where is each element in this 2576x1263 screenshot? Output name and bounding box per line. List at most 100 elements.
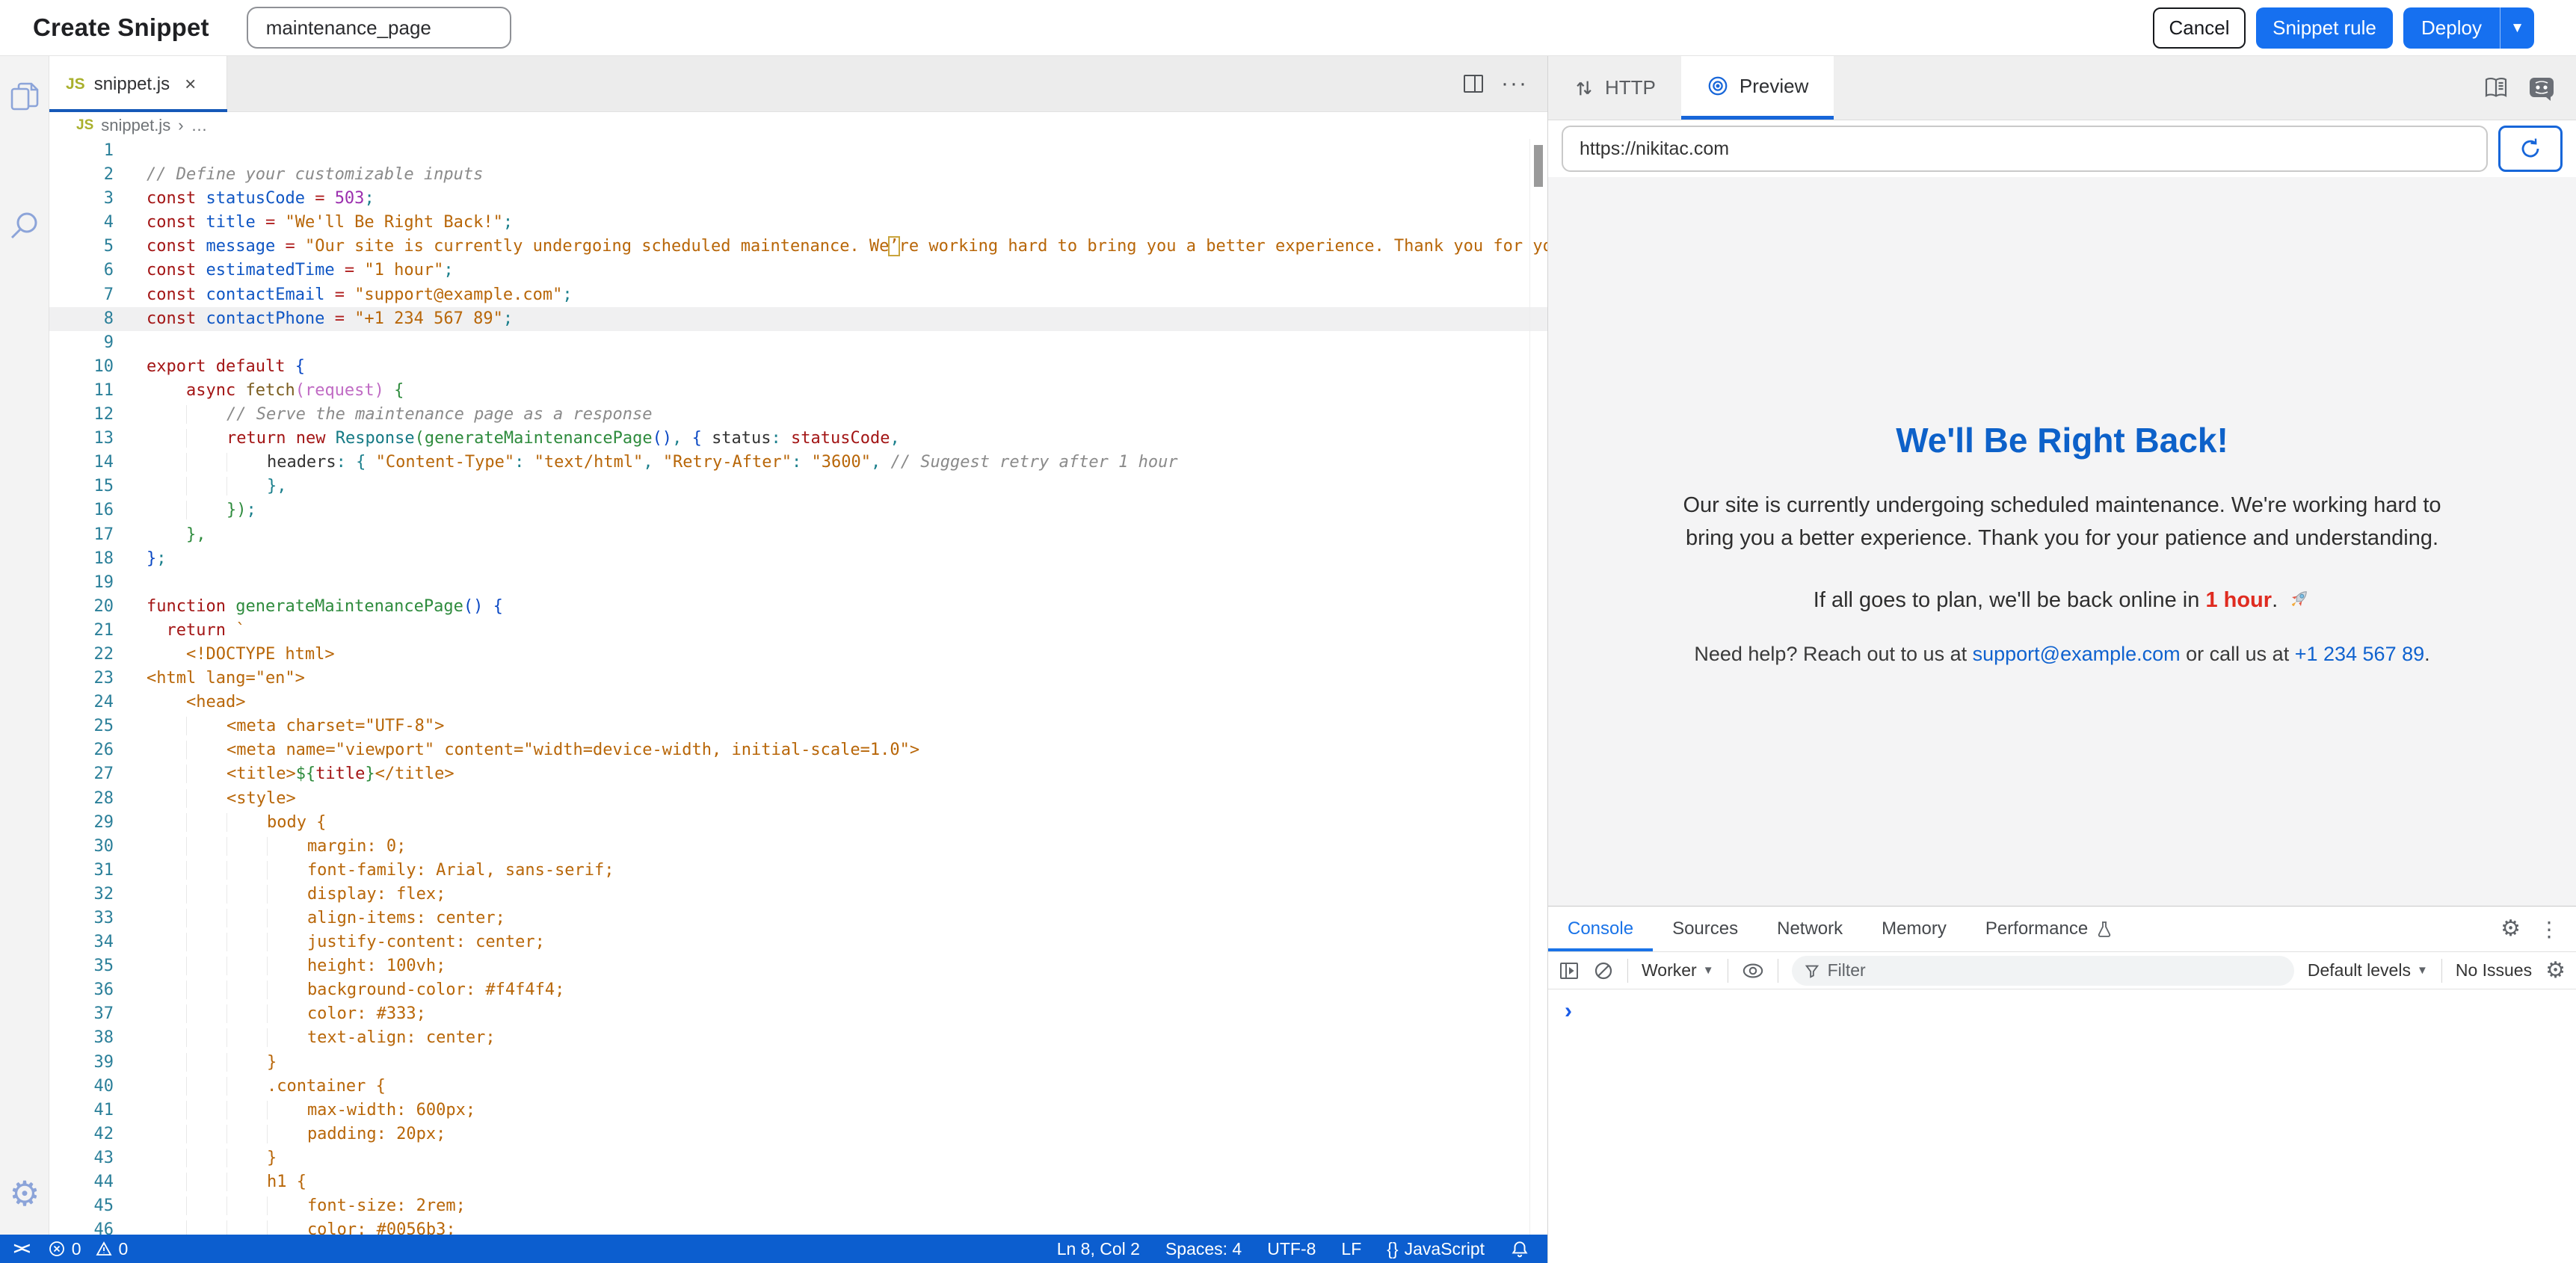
- problems-indicator[interactable]: 0 0: [48, 1239, 129, 1259]
- deploy-button[interactable]: Deploy: [2403, 7, 2500, 49]
- code-line[interactable]: 41 max-width: 600px;: [49, 1099, 1547, 1123]
- code-line[interactable]: 14 headers: { "Content-Type": "text/html…: [49, 451, 1547, 475]
- code-line[interactable]: 11 async fetch(request) {: [49, 379, 1547, 403]
- code-line[interactable]: 8const contactPhone = "+1 234 567 89";: [49, 307, 1547, 331]
- code-line[interactable]: 28 <style>: [49, 787, 1547, 811]
- editor-more-actions-icon[interactable]: ···: [1501, 71, 1528, 96]
- code-line[interactable]: 44 h1 {: [49, 1170, 1547, 1194]
- code-line[interactable]: 13 return new Response(generateMaintenan…: [49, 427, 1547, 451]
- tab-snippet-js[interactable]: JS snippet.js ×: [49, 56, 227, 112]
- console-prompt[interactable]: ›: [1548, 989, 2576, 1022]
- code-line[interactable]: 38 text-align: center;: [49, 1026, 1547, 1050]
- code-line[interactable]: 43 }: [49, 1146, 1547, 1170]
- code-line[interactable]: 33 align-items: center;: [49, 907, 1547, 930]
- code-line[interactable]: 45 font-size: 2rem;: [49, 1194, 1547, 1218]
- code-line[interactable]: 1: [49, 139, 1547, 163]
- code-line[interactable]: 26 <meta name="viewport" content="width=…: [49, 738, 1547, 762]
- execution-context-dropdown[interactable]: Worker▼: [1642, 960, 1714, 981]
- code-line[interactable]: 10export default {: [49, 355, 1547, 379]
- console-sidebar-toggle-icon[interactable]: [1559, 960, 1580, 981]
- code-line[interactable]: 35 height: 100vh;: [49, 954, 1547, 978]
- phone-link[interactable]: +1 234 567 89: [2295, 643, 2424, 665]
- code-line[interactable]: 3const statusCode = 503;: [49, 187, 1547, 211]
- encoding-setting[interactable]: UTF-8: [1267, 1239, 1316, 1259]
- code-line[interactable]: 40 .container {: [49, 1075, 1547, 1099]
- code-line[interactable]: 42 padding: 20px;: [49, 1123, 1547, 1146]
- issues-counter[interactable]: No Issues: [2456, 960, 2532, 981]
- refresh-button[interactable]: [2498, 126, 2563, 172]
- breadcrumb[interactable]: JS snippet.js › …: [49, 112, 1547, 139]
- cancel-button[interactable]: Cancel: [2153, 7, 2246, 49]
- code-line[interactable]: 22 <!DOCTYPE html>: [49, 643, 1547, 667]
- tab-preview[interactable]: Preview: [1681, 56, 1834, 120]
- code-line[interactable]: 32 display: flex;: [49, 883, 1547, 907]
- refresh-icon: [2518, 137, 2542, 161]
- support-email-link[interactable]: support@example.com: [1973, 643, 2181, 665]
- code-line[interactable]: 5const message = "Our site is currently …: [49, 235, 1547, 259]
- search-icon[interactable]: [8, 209, 41, 242]
- cursor-position[interactable]: Ln 8, Col 2: [1057, 1239, 1140, 1259]
- code-line[interactable]: 24 <head>: [49, 691, 1547, 714]
- tab-http[interactable]: HTTP: [1548, 56, 1681, 120]
- code-line[interactable]: 27 <title>${title}</title>: [49, 762, 1547, 786]
- devtools-settings-icon[interactable]: ⚙: [2500, 918, 2521, 940]
- code-line[interactable]: 21 return `: [49, 619, 1547, 643]
- breadcrumb-more[interactable]: …: [191, 116, 208, 135]
- code-line[interactable]: 39 }: [49, 1051, 1547, 1075]
- tab-performance[interactable]: Performance: [1966, 907, 2133, 951]
- editor-scrollbar[interactable]: [1529, 139, 1546, 1236]
- code-line[interactable]: 46 color: #0056b3;: [49, 1218, 1547, 1236]
- remote-indicator-icon[interactable]: ><: [13, 1239, 28, 1259]
- devtools-kebab-menu-icon[interactable]: ⋮: [2539, 917, 2560, 942]
- split-editor-icon[interactable]: [1462, 72, 1485, 95]
- line-number: 44: [49, 1170, 114, 1194]
- settings-gear-icon[interactable]: ⚙: [8, 1177, 41, 1210]
- snippet-name-input[interactable]: [247, 7, 511, 49]
- code-line[interactable]: 31 font-family: Arial, sans-serif;: [49, 859, 1547, 883]
- code-line[interactable]: 37 color: #333;: [49, 1002, 1547, 1026]
- snippet-rule-button[interactable]: Snippet rule: [2256, 7, 2393, 49]
- code-line[interactable]: 9: [49, 331, 1547, 355]
- breadcrumb-file[interactable]: snippet.js: [101, 116, 170, 135]
- docs-book-icon[interactable]: [2483, 75, 2509, 101]
- code-line[interactable]: 29 body {: [49, 811, 1547, 835]
- page-title: Create Snippet: [33, 13, 209, 42]
- language-mode[interactable]: {} JavaScript: [1387, 1239, 1485, 1259]
- code-line[interactable]: 2// Define your customizable inputs: [49, 163, 1547, 187]
- tab-sources[interactable]: Sources: [1653, 907, 1757, 951]
- log-levels-dropdown[interactable]: Default levels▼: [2308, 960, 2428, 981]
- code-line[interactable]: 17 },: [49, 523, 1547, 547]
- code-line[interactable]: 18};: [49, 547, 1547, 571]
- code-line[interactable]: 34 justify-content: center;: [49, 930, 1547, 954]
- code-line[interactable]: 19: [49, 571, 1547, 595]
- code-line[interactable]: 20function generateMaintenancePage() {: [49, 595, 1547, 619]
- code-line[interactable]: 6const estimatedTime = "1 hour";: [49, 259, 1547, 282]
- code-line[interactable]: 7const contactEmail = "support@example.c…: [49, 283, 1547, 307]
- code-line[interactable]: 36 background-color: #f4f4f4;: [49, 978, 1547, 1002]
- files-icon[interactable]: [8, 80, 41, 113]
- clear-console-icon[interactable]: [1593, 960, 1614, 981]
- deploy-dropdown-button[interactable]: ▼: [2500, 7, 2534, 49]
- preview-url-input[interactable]: [1562, 126, 2488, 172]
- tab-memory[interactable]: Memory: [1862, 907, 1966, 951]
- console-filter-input[interactable]: Filter: [1792, 956, 2294, 986]
- code-line[interactable]: 23<html lang="en">: [49, 667, 1547, 691]
- indentation-setting[interactable]: Spaces: 4: [1165, 1239, 1242, 1259]
- notifications-bell-icon[interactable]: [1510, 1239, 1529, 1259]
- tab-network[interactable]: Network: [1757, 907, 1862, 951]
- code-line[interactable]: 16 });: [49, 498, 1547, 522]
- eye-icon[interactable]: [1742, 960, 1764, 982]
- code-line[interactable]: 30 margin: 0;: [49, 835, 1547, 859]
- eol-setting[interactable]: LF: [1341, 1239, 1361, 1259]
- contact-prefix: Need help? Reach out to us at: [1694, 643, 1972, 665]
- code-line[interactable]: 15 },: [49, 475, 1547, 498]
- code-line[interactable]: 12 // Serve the maintenance page as a re…: [49, 403, 1547, 427]
- code-line[interactable]: 4const title = "We'll Be Right Back!";: [49, 211, 1547, 235]
- close-tab-icon[interactable]: ×: [185, 72, 196, 96]
- discord-icon[interactable]: [2528, 75, 2555, 102]
- code-editor[interactable]: 12// Define your customizable inputs3con…: [49, 139, 1547, 1236]
- code-line[interactable]: 25 <meta charset="UTF-8">: [49, 714, 1547, 738]
- console-settings-icon[interactable]: ⚙: [2545, 960, 2566, 982]
- scrollbar-handle[interactable]: [1534, 145, 1543, 187]
- tab-console[interactable]: Console: [1548, 907, 1653, 951]
